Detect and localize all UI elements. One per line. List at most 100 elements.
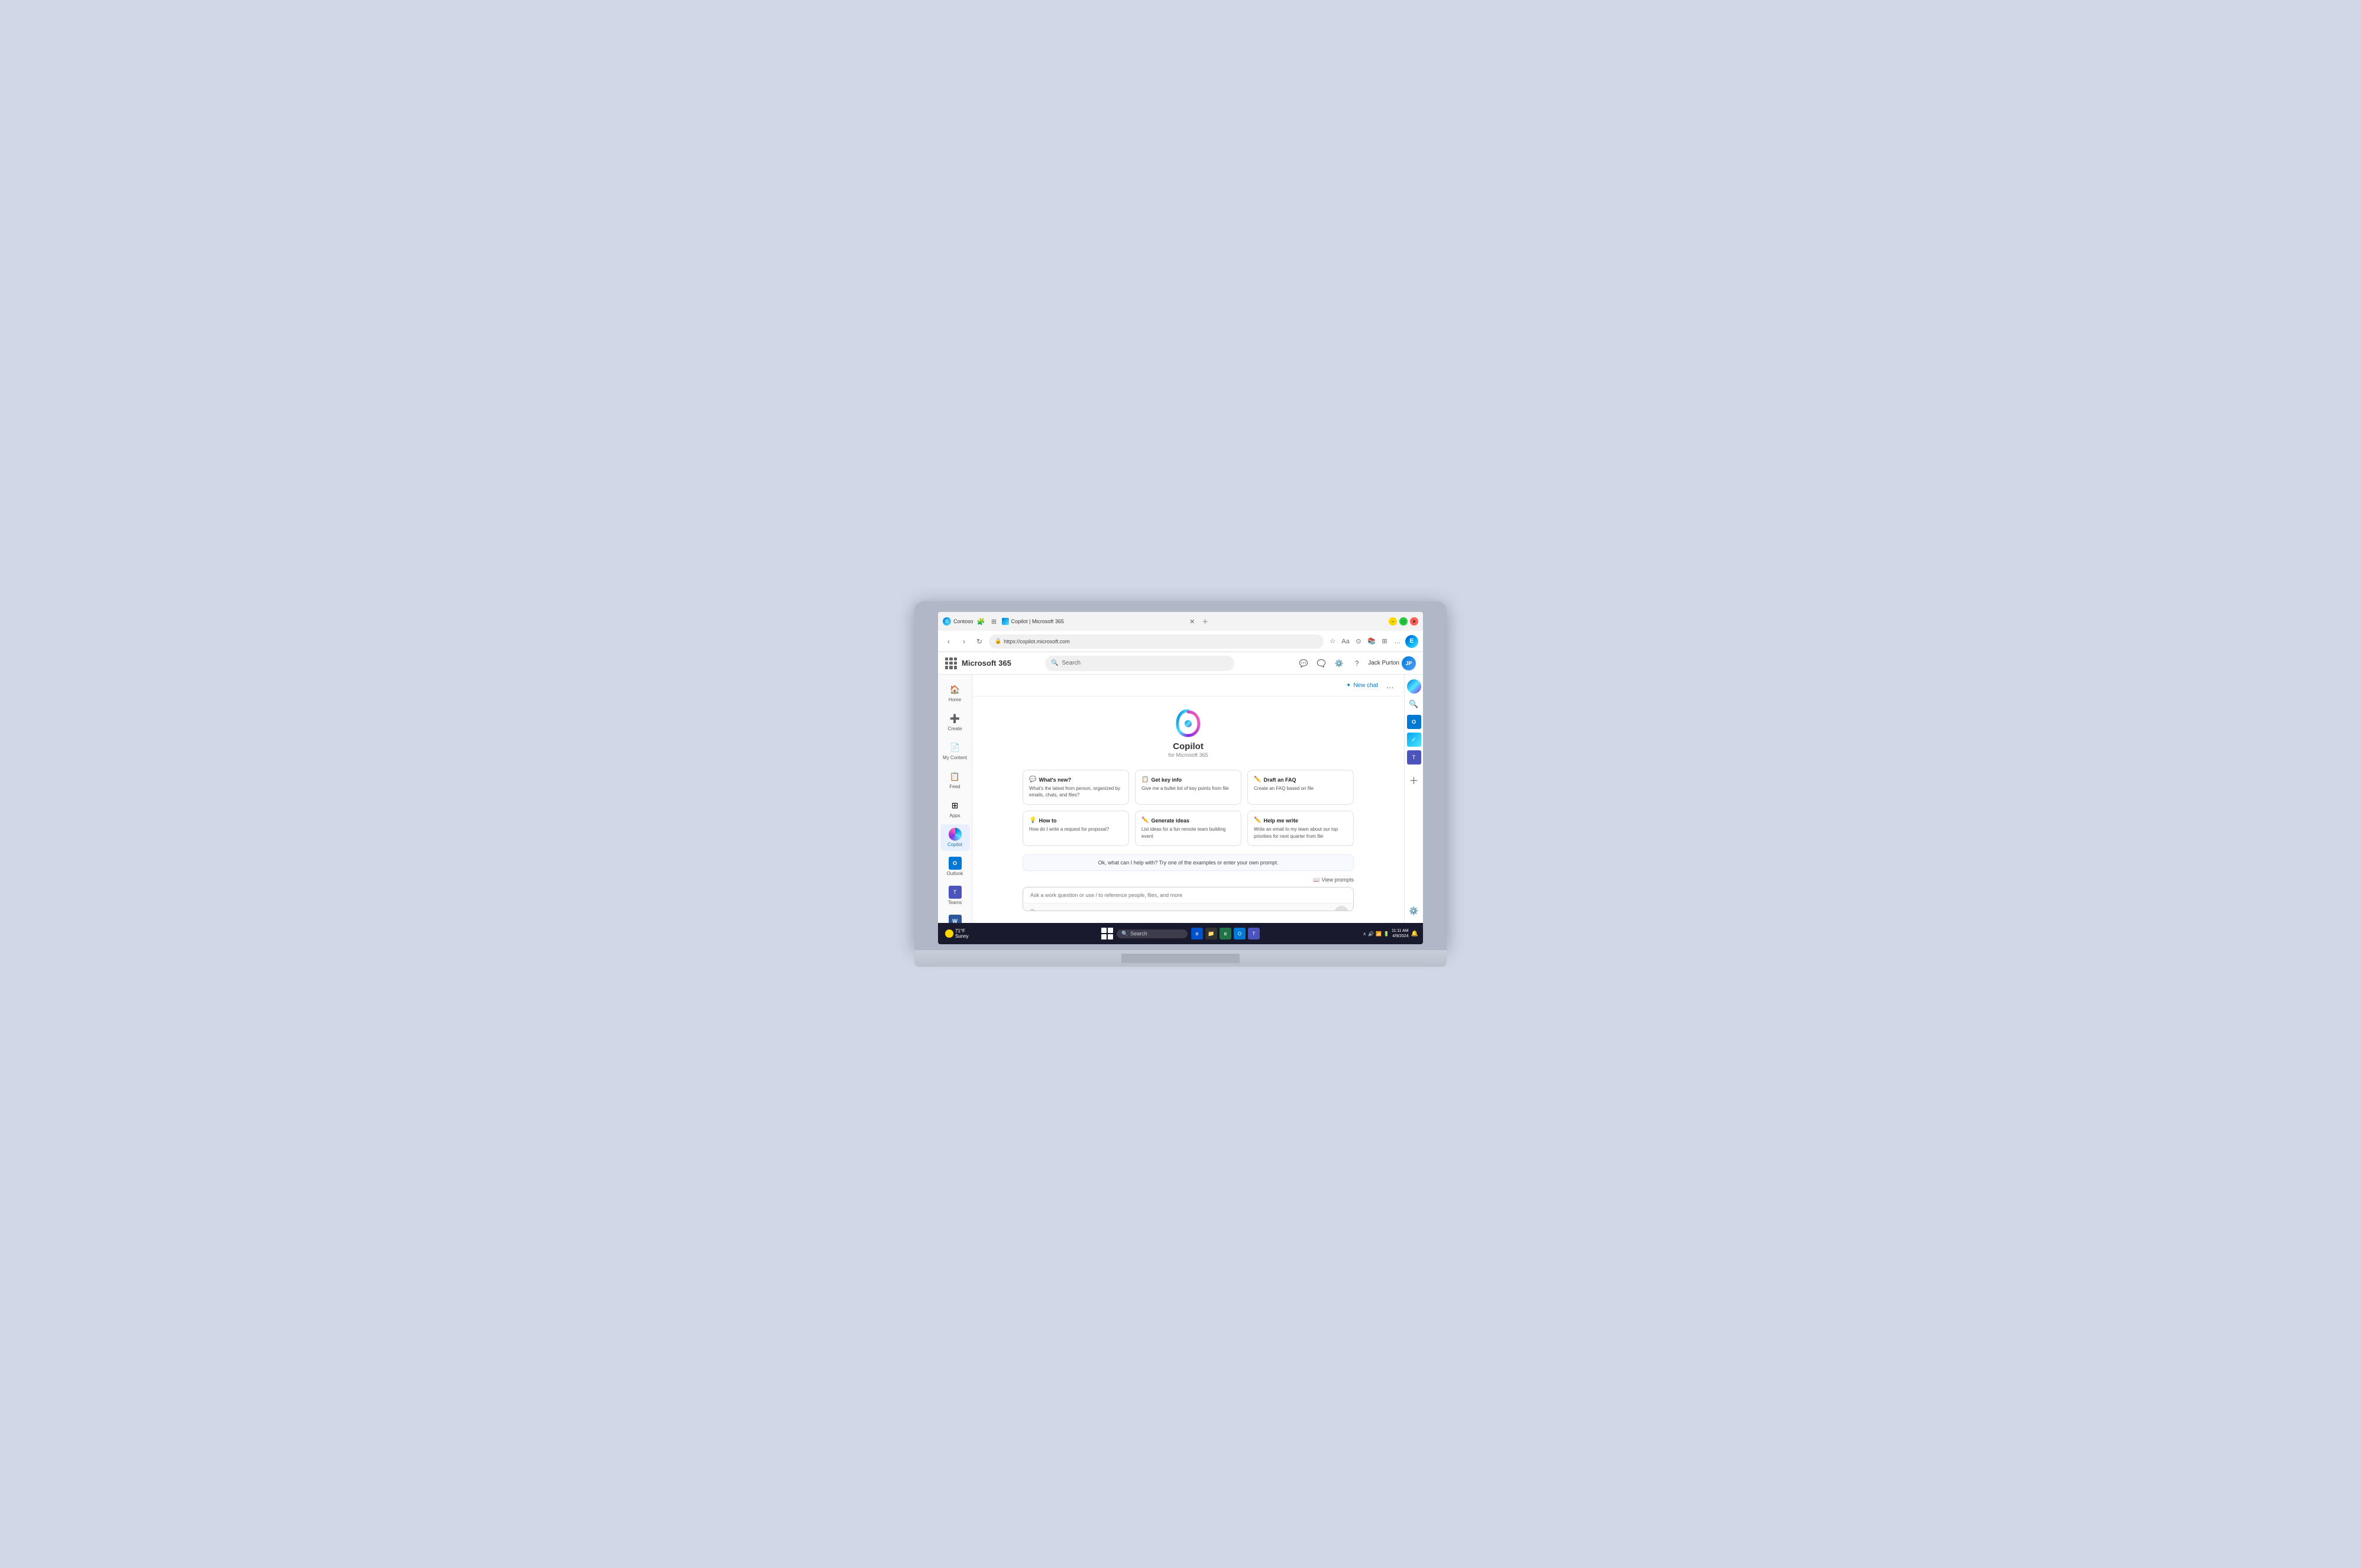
sidebar-label-mycontent: My Content — [943, 755, 967, 760]
attach-btn[interactable]: 📎 — [1028, 906, 1041, 911]
sidebar-label-copilot: Copilot — [947, 842, 962, 847]
sidebar-item-create[interactable]: ➕ Create — [940, 708, 970, 735]
taskbar-edge2-icon[interactable]: e — [1220, 928, 1231, 939]
sidebar-label-teams: Teams — [948, 900, 962, 905]
edge-bar: 🔍 O ✓ T ＋ ⚙️ — [1404, 675, 1423, 923]
screen-bezel: C Contoso 🧩 ⊞ Copilot | Microsoft 365 ✕ … — [914, 601, 1447, 950]
edge-search-icon[interactable]: 🔍 — [1407, 697, 1421, 711]
sidebar-item-apps[interactable]: ⊞ Apps — [940, 795, 970, 822]
back-btn[interactable]: ‹ — [943, 636, 955, 647]
grid-btn[interactable]: ⊞ — [1043, 906, 1056, 911]
tab-close-icon[interactable]: ✕ — [1187, 616, 1198, 627]
prompt-card-draft-faq[interactable]: ✏️ Draft an FAQ Create an FAQ based on f… — [1247, 770, 1354, 805]
settings-icon[interactable]: ⚙️ — [1332, 657, 1346, 670]
prompt-card-how-to[interactable]: 💡 How to How do I write a request for pr… — [1023, 811, 1129, 845]
tab-title: Copilot | Microsoft 365 — [1011, 618, 1185, 624]
card-title-get-key-info: 📋 Get key info — [1141, 776, 1235, 783]
sidebar-icon[interactable]: ⊞ — [1379, 636, 1390, 647]
taskbar-search-label: Search — [1130, 931, 1147, 937]
feedback-icon[interactable]: 🗨️ — [1315, 657, 1328, 670]
taskbar-search-icon: 🔍 — [1121, 931, 1128, 937]
taskbar-search[interactable]: 🔍 Search — [1117, 929, 1188, 938]
sidebar-label-feed: Feed — [949, 784, 960, 789]
close-btn[interactable]: ✕ — [1410, 617, 1418, 626]
generate-ideas-icon: ✏️ — [1141, 817, 1149, 824]
m365-search-bar[interactable]: 🔍 Search — [1045, 656, 1234, 671]
chat-input[interactable] — [1023, 887, 1353, 903]
edge-profile-icon[interactable]: E — [1405, 635, 1418, 648]
view-prompts-btn[interactable]: 📖 View prompts — [1313, 877, 1354, 883]
sidebar-item-copilot[interactable]: Copilot — [940, 824, 970, 851]
taskbar-clock[interactable]: 11:11 AM 4/9/2024 — [1392, 928, 1409, 939]
extensions-icon[interactable]: 🧩 — [976, 616, 987, 627]
browser-address-bar-row: ‹ › ↻ 🔒 https://copilot.microsoft.com ☆ … — [938, 631, 1423, 652]
edge-outlook-icon[interactable]: O — [1407, 715, 1421, 729]
share-icon[interactable]: ⊙ — [1353, 636, 1364, 647]
favorites-icon[interactable]: ☆ — [1327, 636, 1338, 647]
browser-menu-icon[interactable]: ⊞ — [989, 616, 1000, 627]
sidebar-item-mycontent[interactable]: 📄 My Content — [940, 737, 970, 764]
edge-settings-icon[interactable]: ⚙️ — [1407, 904, 1421, 918]
taskbar-outlook-icon[interactable]: O — [1234, 928, 1246, 939]
card-title-whats-new: 💬 What's new? — [1029, 776, 1123, 783]
forward-btn[interactable]: › — [958, 636, 970, 647]
edge-teams-icon[interactable]: T — [1407, 750, 1421, 764]
prompt-card-get-key-info[interactable]: 📋 Get key info Give me a bullet list of … — [1135, 770, 1241, 805]
copilot-content: Copilot for Microsoft 365 💬 What's new? — [972, 696, 1404, 923]
read-icon[interactable]: Aa — [1340, 636, 1351, 647]
prompt-card-help-me-write[interactable]: ✏️ Help me write Write an email to my te… — [1247, 811, 1354, 845]
help-icon[interactable]: ? — [1350, 657, 1363, 670]
home-icon: 🏠 — [949, 683, 962, 696]
new-chat-label: New chat — [1353, 682, 1378, 689]
taskbar-teams-icon[interactable]: T — [1248, 928, 1260, 939]
refresh-btn[interactable]: ↻ — [973, 636, 985, 647]
system-tray[interactable]: ∧ 🔊 📶 🔋 — [1363, 931, 1389, 937]
taskbar-app-icons: e 📁 e O T — [1191, 928, 1260, 939]
waffle-menu[interactable] — [945, 657, 957, 669]
new-chat-btn[interactable]: ✦ New chat — [1341, 680, 1383, 691]
card-body-whats-new: What's the latest from person, organized… — [1029, 785, 1123, 798]
header-more-btn[interactable]: … — [1383, 678, 1397, 692]
sidebar-item-feed[interactable]: 📋 Feed — [940, 766, 970, 793]
start-btn[interactable] — [1101, 928, 1113, 939]
weather-icon — [945, 929, 953, 938]
user-profile[interactable]: Jack Purton JP — [1368, 656, 1416, 670]
weather-widget[interactable]: 71°F Sunny — [943, 928, 971, 939]
taskbar-left: 71°F Sunny — [943, 928, 971, 939]
taskbar-right: ∧ 🔊 📶 🔋 11:11 AM 4/9/2024 🔔 — [1363, 928, 1418, 939]
new-tab-btn[interactable]: ＋ — [1200, 616, 1211, 627]
card-body-get-key-info: Give me a bullet list of key points from… — [1141, 785, 1235, 792]
sidebar-item-outlook[interactable]: O Outlook — [940, 853, 970, 880]
send-btn[interactable]: ▶ — [1334, 906, 1348, 911]
edge-copilot-icon[interactable] — [1407, 679, 1421, 694]
weather-temp: 71°F — [955, 928, 969, 934]
sidebar-item-teams[interactable]: T Teams — [940, 882, 970, 909]
taskbar-explorer-icon[interactable]: 📁 — [1205, 928, 1217, 939]
address-bar[interactable]: 🔒 https://copilot.microsoft.com — [989, 634, 1324, 649]
collections-icon[interactable]: 📚 — [1366, 636, 1377, 647]
notification-icon[interactable]: 🔔 — [1411, 931, 1418, 937]
prompt-card-generate-ideas[interactable]: ✏️ Generate ideas List ideas for a fun r… — [1135, 811, 1241, 845]
taskbar-edge-icon[interactable]: e — [1191, 928, 1203, 939]
copilot-name: Copilot — [1173, 741, 1204, 751]
view-prompts-row: 📖 View prompts — [1023, 877, 1354, 883]
more-tools-icon[interactable]: … — [1392, 636, 1403, 647]
copilot-subtitle: for Microsoft 365 — [1168, 752, 1208, 758]
edge-todo-icon[interactable]: ✓ — [1407, 733, 1421, 747]
card-body-help-me-write: Write an email to my team about our top … — [1254, 826, 1347, 839]
profile-label: Contoso — [953, 618, 973, 624]
touchpad — [1121, 954, 1240, 963]
chat-icon[interactable]: 💬 — [1297, 657, 1310, 670]
sidebar-item-word[interactable]: W Word — [940, 911, 970, 923]
create-icon: ➕ — [949, 712, 962, 725]
card-body-how-to: How do I write a request for proposal? — [1029, 826, 1123, 832]
edge-add-icon[interactable]: ＋ — [1407, 773, 1421, 787]
prompt-card-whats-new[interactable]: 💬 What's new? What's the latest from per… — [1023, 770, 1129, 805]
minimize-btn[interactable]: − — [1389, 617, 1397, 626]
search-icon: 🔍 — [1051, 660, 1058, 666]
sidebar-item-home[interactable]: 🏠 Home — [940, 679, 970, 706]
maximize-btn[interactable]: □ — [1399, 617, 1408, 626]
whats-new-icon: 💬 — [1029, 776, 1036, 783]
browser-toolbar: ☆ Aa ⊙ 📚 ⊞ … E — [1327, 635, 1418, 648]
card-title-draft-faq: ✏️ Draft an FAQ — [1254, 776, 1347, 783]
